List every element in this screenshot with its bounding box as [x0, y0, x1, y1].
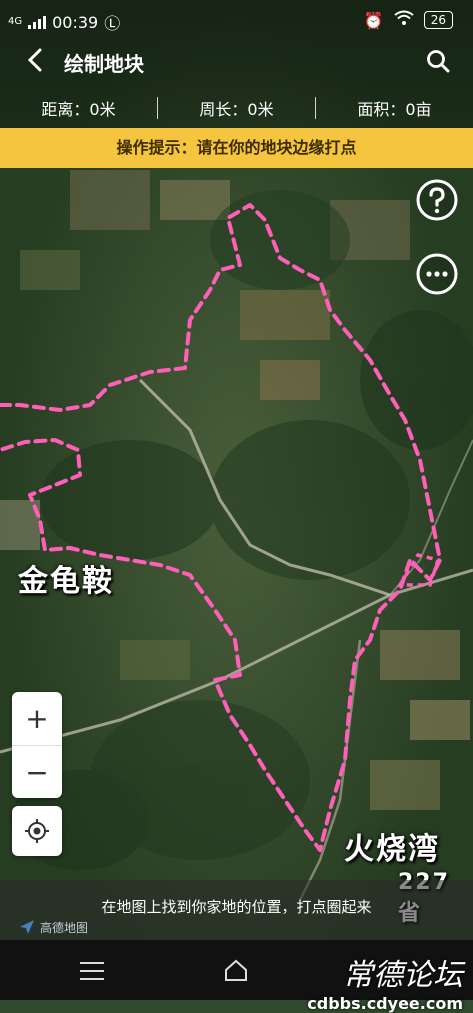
- battery-indicator: 26: [423, 11, 453, 29]
- area-value: 面积：0亩: [357, 100, 432, 119]
- locate-button[interactable]: [12, 806, 62, 856]
- wifi-icon: [394, 10, 414, 30]
- logo-text: 高德地图: [40, 920, 89, 935]
- title-bar: 绘制地块: [0, 42, 473, 82]
- distance-value: 距离：0米: [41, 100, 116, 119]
- place-label-east: 火烧湾: [344, 832, 440, 867]
- place-label-west: 金龟鞍: [18, 564, 114, 599]
- perimeter-value: 周长：0米: [199, 100, 274, 119]
- instruction-text: 在地图上找到你家地的位置，打点圈起来: [101, 898, 372, 916]
- status-bar: 4G 00:39 Ⓛ ⏰ 26: [0, 0, 473, 40]
- amap-logo: 高德地图: [18, 918, 88, 936]
- menu-icon[interactable]: [80, 962, 104, 980]
- zoom-in-button[interactable]: +: [12, 692, 62, 745]
- home-icon[interactable]: [222, 956, 250, 984]
- watermark-url: cdbbs.cdyee.com: [307, 994, 463, 1013]
- help-icon[interactable]: [415, 178, 459, 222]
- operation-hint-bar: 操作提示：请在你的地块边缘打点: [0, 128, 473, 168]
- zoom-out-button[interactable]: −: [12, 746, 62, 799]
- more-options-icon[interactable]: [415, 252, 459, 296]
- measure-stats: 距离：0米 周长：0米 面积：0亩: [0, 88, 473, 128]
- crosshair-icon: [25, 819, 49, 843]
- forum-watermark: 常德论坛 cdbbs.cdyee.com: [307, 950, 463, 1013]
- network-indicator: 4G: [8, 16, 23, 27]
- signal-icon: [28, 15, 47, 29]
- search-icon[interactable]: [425, 48, 451, 74]
- data-saver-icon: Ⓛ: [104, 14, 121, 33]
- amap-logo-icon: [20, 920, 34, 934]
- divider: [315, 97, 316, 119]
- watermark-title: 常德论坛: [343, 958, 463, 993]
- divider: [157, 97, 158, 119]
- page-title: 绘制地块: [64, 52, 144, 76]
- alarm-icon: ⏰: [363, 10, 384, 30]
- clock: 00:39: [52, 12, 99, 32]
- zoom-controls: + −: [12, 692, 62, 798]
- back-icon[interactable]: [22, 46, 50, 74]
- top-header: 4G 00:39 Ⓛ ⏰ 26 绘制地块 距离：0米 周长：0米 面积：0亩: [0, 0, 473, 128]
